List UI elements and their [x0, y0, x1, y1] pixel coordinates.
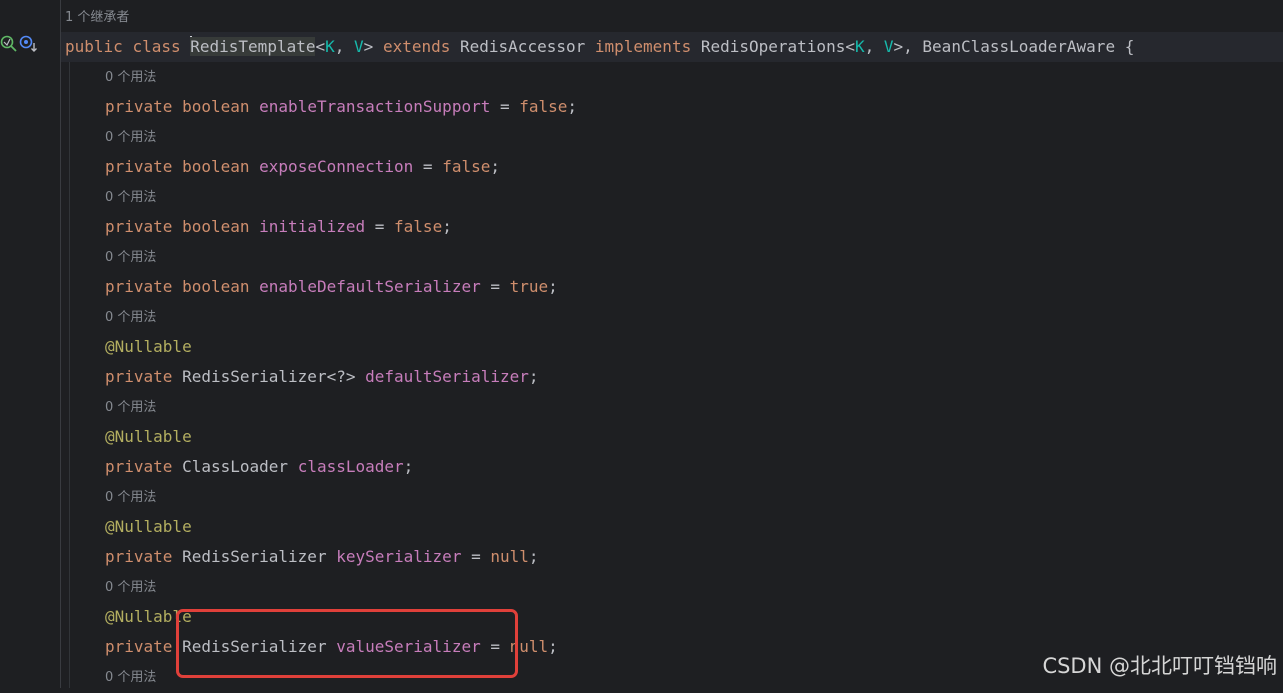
field-name[interactable]: keySerializer — [336, 547, 461, 566]
field-type[interactable]: ClassLoader — [182, 457, 288, 476]
annotation-line[interactable]: @Nullable — [61, 512, 1283, 542]
usages-hint[interactable]: 0 个用法 — [61, 243, 156, 273]
semicolon: ; — [567, 97, 578, 116]
declaration-rest: >, BeanClassLoaderAware { — [893, 37, 1135, 56]
literal-value: false — [394, 217, 443, 236]
literal-value: null — [490, 547, 529, 566]
field-line[interactable]: private boolean exposeConnection = false… — [61, 152, 1283, 182]
semicolon: ; — [528, 367, 539, 386]
inheritors-hint[interactable]: 1 个继承者 — [61, 3, 129, 33]
nullable-annotation[interactable]: @Nullable — [105, 427, 192, 446]
type-param-v: V — [354, 37, 364, 56]
inheritor-search-icon[interactable] — [0, 35, 18, 53]
semicolon: ; — [548, 637, 558, 656]
base-class-name[interactable]: RedisAccessor — [450, 37, 595, 56]
keyword-boolean: boolean — [182, 277, 250, 296]
assign-op: = — [461, 547, 491, 566]
usages-hint[interactable]: 0 个用法 — [61, 183, 156, 213]
keyword-private: private — [105, 97, 173, 116]
field-line[interactable]: private ClassLoader classLoader; — [61, 452, 1283, 482]
implements-arrow-icon[interactable] — [19, 35, 37, 53]
keyword-private: private — [105, 157, 173, 176]
field-name[interactable]: initialized — [259, 217, 365, 236]
separator: , — [334, 37, 355, 56]
assign-op: = — [365, 217, 395, 236]
keyword-private: private — [105, 637, 173, 656]
assign-op: = — [413, 157, 443, 176]
editor-gutter — [0, 0, 61, 688]
semicolon: ; — [403, 457, 414, 476]
red-highlight-box — [176, 609, 518, 678]
type-param-v: V — [883, 37, 894, 56]
interface-name[interactable]: RedisOperations< — [691, 37, 855, 56]
field-type[interactable]: RedisSerializer<?> — [182, 367, 355, 386]
usages-hint[interactable]: 0 个用法 — [61, 123, 156, 153]
type-param-k: K — [325, 37, 335, 56]
semicolon: ; — [490, 157, 500, 176]
code-editor[interactable]: 1 个继承者 public class RedisTemplate<K, V> … — [61, 0, 1283, 688]
keyword-private: private — [105, 277, 173, 296]
usages-hint[interactable]: 0 个用法 — [61, 573, 156, 603]
semicolon: ; — [442, 217, 452, 236]
generic-close: > — [363, 37, 383, 56]
keyword-private: private — [105, 217, 173, 236]
keyword-extends: extends — [382, 37, 451, 56]
field-type[interactable]: RedisSerializer — [182, 547, 327, 566]
class-name[interactable]: RedisTemplate — [190, 37, 316, 56]
field-line[interactable]: private boolean initialized = false; — [61, 212, 1283, 242]
usages-hint[interactable]: 0 个用法 — [61, 63, 156, 93]
keyword-public: public — [65, 37, 123, 56]
keyword-private: private — [105, 547, 173, 566]
generic-open: < — [315, 37, 326, 56]
nullable-annotation[interactable]: @Nullable — [105, 517, 192, 536]
usages-hint[interactable]: 0 个用法 — [61, 483, 156, 513]
nullable-annotation[interactable]: @Nullable — [105, 337, 192, 356]
annotation-line[interactable]: @Nullable — [61, 332, 1283, 362]
usages-hint[interactable]: 0 个用法 — [61, 663, 156, 693]
keyword-implements: implements — [594, 37, 692, 56]
assign-op: = — [490, 97, 520, 116]
type-param-k: K — [854, 37, 865, 56]
usages-hint[interactable]: 0 个用法 — [61, 303, 156, 333]
annotation-line[interactable]: @Nullable — [61, 422, 1283, 452]
keyword-private: private — [105, 367, 173, 386]
literal-value: true — [509, 277, 549, 296]
field-name[interactable]: enableDefaultSerializer — [259, 277, 481, 296]
field-line[interactable]: private boolean enableTransactionSupport… — [61, 92, 1283, 122]
field-line[interactable]: private boolean enableDefaultSerializer … — [61, 272, 1283, 302]
assign-op: = — [480, 277, 510, 296]
field-name[interactable]: defaultSerializer — [365, 367, 529, 386]
keyword-class: class — [132, 37, 181, 56]
keyword-boolean: boolean — [182, 97, 250, 116]
keyword-private: private — [105, 457, 173, 476]
literal-value: false — [519, 97, 568, 116]
field-name[interactable]: classLoader — [298, 457, 404, 476]
field-name[interactable]: exposeConnection — [259, 157, 413, 176]
keyword-boolean: boolean — [182, 217, 250, 236]
semicolon: ; — [528, 547, 539, 566]
class-declaration-line[interactable]: public class RedisTemplate<K, V> extends… — [61, 32, 1283, 62]
field-line[interactable]: private RedisSerializer keySerializer = … — [61, 542, 1283, 572]
separator: , — [864, 37, 884, 56]
literal-value: false — [442, 157, 491, 176]
keyword-boolean: boolean — [182, 157, 250, 176]
csdn-watermark: CSDN @北北叮叮铛铛响 — [1042, 654, 1277, 678]
semicolon: ; — [548, 277, 558, 296]
field-name[interactable]: enableTransactionSupport — [259, 97, 490, 116]
usages-hint[interactable]: 0 个用法 — [61, 393, 156, 423]
field-line[interactable]: private RedisSerializer<?> defaultSerial… — [61, 362, 1283, 392]
